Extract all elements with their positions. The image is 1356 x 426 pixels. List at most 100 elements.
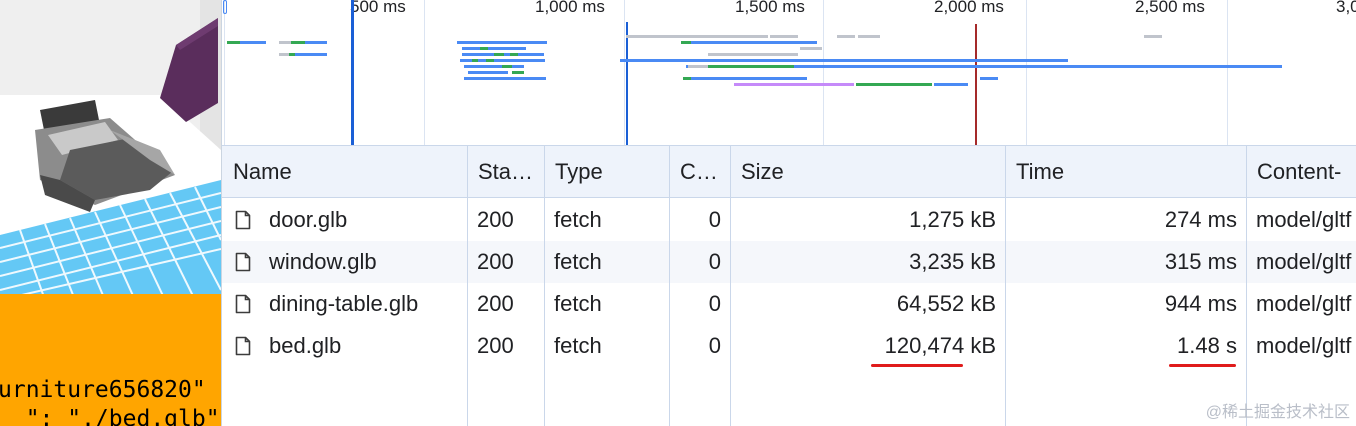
column-header-size[interactable]: Size xyxy=(730,146,1005,198)
tick-line xyxy=(823,0,824,145)
request-time: 315 ms xyxy=(1012,241,1237,283)
tick-line xyxy=(224,0,225,145)
size-value: 3,235 xyxy=(909,249,965,274)
tick-label: 2,500 ms xyxy=(1135,0,1205,16)
time-unit: ms xyxy=(1207,249,1237,274)
time-value: 315 xyxy=(1164,249,1202,274)
request-name: window.glb xyxy=(269,249,377,274)
request-status: 200 xyxy=(477,249,514,274)
column-header-content-type[interactable]: Content- xyxy=(1246,146,1356,198)
waterfall-bar xyxy=(626,35,696,38)
request-time: 944 ms xyxy=(1012,283,1237,325)
waterfall-bar xyxy=(305,41,327,44)
waterfall-bar xyxy=(858,35,880,38)
request-content-type: model/gltf xyxy=(1256,249,1352,274)
table-header: Name Sta… Type C… Size Time Content- xyxy=(222,146,1356,198)
request-type: fetch xyxy=(554,291,602,316)
waterfall-bar xyxy=(279,53,289,56)
waterfall-bar xyxy=(683,77,807,80)
request-size: 1,275 kB xyxy=(742,199,996,241)
column-divider[interactable] xyxy=(544,146,545,426)
size-unit: kB xyxy=(970,207,996,232)
request-name: bed.glb xyxy=(269,333,342,358)
column-divider[interactable] xyxy=(467,146,468,426)
waterfall-bar xyxy=(480,47,488,50)
waterfall-bar xyxy=(295,53,327,56)
table-row[interactable]: bed.glb 200 fetch 0 120,474 kB 1.48 s mo… xyxy=(222,325,1356,367)
size-highlight-underline xyxy=(871,364,963,367)
file-icon xyxy=(235,294,251,314)
time-unit: s xyxy=(1226,333,1237,358)
waterfall-bar xyxy=(800,47,822,50)
table-row[interactable]: window.glb 200 fetch 0 3,235 kB 315 ms m… xyxy=(222,241,1356,283)
waterfall-bar xyxy=(691,41,817,44)
waterfall-bar xyxy=(856,83,932,86)
waterfall-bar xyxy=(1144,35,1162,38)
tick-line xyxy=(1227,0,1228,145)
code-line: urniture656820" xyxy=(0,377,206,403)
waterfall-bar xyxy=(240,41,266,44)
waterfall-bar xyxy=(512,71,524,74)
dom-content-loaded-marker xyxy=(626,22,628,145)
request-name: door.glb xyxy=(269,207,348,232)
column-header-name[interactable]: Name xyxy=(222,146,467,198)
time-value: 944 xyxy=(1164,291,1202,316)
request-size: 120,474 kB xyxy=(742,325,996,367)
waterfall-bar xyxy=(770,35,798,38)
waterfall-bar xyxy=(468,71,508,74)
tick-label: 1,000 ms xyxy=(535,0,605,16)
time-highlight-underline xyxy=(1169,364,1236,367)
waterfall-bar xyxy=(683,77,691,80)
table-row[interactable]: door.glb 200 fetch 0 1,275 kB 274 ms mod… xyxy=(222,199,1356,241)
request-status: 200 xyxy=(477,291,514,316)
size-unit: kB xyxy=(970,333,996,358)
column-divider[interactable] xyxy=(730,146,731,426)
column-divider[interactable] xyxy=(1246,146,1247,426)
tick-line xyxy=(1026,0,1027,145)
request-type: fetch xyxy=(554,249,602,274)
file-icon xyxy=(235,252,251,272)
network-panel: 500 ms 1,000 ms 1,500 ms 2,000 ms 2,500 … xyxy=(221,0,1356,426)
request-table: Name Sta… Type C… Size Time Content- doo… xyxy=(222,146,1356,426)
waterfall-bar xyxy=(708,65,794,68)
size-unit: kB xyxy=(970,249,996,274)
file-icon xyxy=(235,210,251,230)
waterfall-bar xyxy=(291,41,305,44)
watermark: @稀土掘金技术社区 xyxy=(1205,404,1350,421)
file-icon xyxy=(235,336,251,356)
column-header-c[interactable]: C… xyxy=(669,146,730,198)
waterfall-bar xyxy=(472,59,478,62)
waterfall-bar xyxy=(494,53,504,56)
time-unit: ms xyxy=(1207,291,1237,316)
tick-label: 1,500 ms xyxy=(735,0,805,16)
column-header-type[interactable]: Type xyxy=(544,146,669,198)
column-divider[interactable] xyxy=(1005,146,1006,426)
request-c: 0 xyxy=(708,207,721,232)
waterfall-bar xyxy=(794,65,816,68)
tick-line xyxy=(624,0,625,145)
waterfall-overview[interactable]: 500 ms 1,000 ms 1,500 ms 2,000 ms 2,500 … xyxy=(222,0,1356,146)
waterfall-bar xyxy=(457,41,547,44)
waterfall-bar xyxy=(462,47,526,50)
code-line: ": "./bed.glb" xyxy=(0,406,220,426)
waterfall-bar xyxy=(227,41,240,44)
tick-label: 500 ms xyxy=(350,0,406,16)
waterfall-bar xyxy=(696,35,728,38)
table-row[interactable]: dining-table.glb 200 fetch 0 64,552 kB 9… xyxy=(222,283,1356,325)
column-header-status[interactable]: Sta… xyxy=(467,146,544,198)
request-c: 0 xyxy=(708,291,721,316)
waterfall-bar xyxy=(980,77,998,80)
waterfall-bar xyxy=(486,59,494,62)
request-time: 1.48 s xyxy=(1012,325,1237,367)
request-c: 0 xyxy=(708,249,721,274)
column-divider[interactable] xyxy=(669,146,670,426)
dom-content-loaded-marker xyxy=(351,0,354,145)
tick-label: 2,000 ms xyxy=(934,0,1004,16)
waterfall-bar xyxy=(464,65,524,68)
request-c: 0 xyxy=(708,333,721,358)
request-status: 200 xyxy=(477,207,514,232)
overview-handle[interactable] xyxy=(223,0,227,14)
waterfall-bar xyxy=(510,53,518,56)
column-header-time[interactable]: Time xyxy=(1005,146,1246,198)
time-value: 1.48 xyxy=(1177,333,1220,358)
